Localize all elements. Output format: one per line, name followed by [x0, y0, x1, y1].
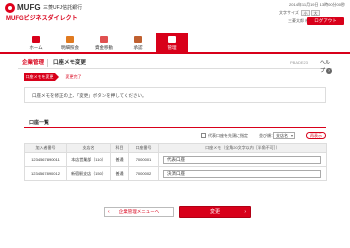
table-header-row: 加入者番号 支店名 科目 口座番号 口座メモ（全角20文字以内［半角不可］） — [24, 143, 327, 153]
col-account-no: 口座番号 — [128, 143, 159, 153]
representative-first-label: 代表口座を先頭に指定 — [208, 133, 248, 138]
step-current: 口座メモを変更 — [24, 73, 55, 81]
chevron-right-icon: › — [244, 209, 246, 215]
help-icon: ? — [326, 68, 333, 74]
representative-first-checkbox[interactable] — [201, 133, 206, 138]
page-category: 企業管理 — [22, 60, 45, 66]
font-large-button[interactable]: 大 — [311, 10, 320, 16]
col-memo: 口座メモ（全角20文字以内［半角不可］） — [158, 143, 327, 153]
memo-input[interactable]: 代表口座 — [163, 155, 321, 164]
cell-subject: 普通 — [110, 152, 129, 167]
nav-tab-label: 明細照会 — [61, 45, 79, 50]
step-next: 変更完了 — [65, 74, 82, 79]
page-title-bar: 企業管理 口座メモ変更 PBADE23 ヘルプ? — [18, 57, 333, 74]
cell-memo: 代表口座 — [158, 152, 327, 167]
title-divider — [47, 59, 48, 67]
approval-icon — [134, 36, 142, 43]
table-row: 1234567890012 新宿駅支店（150） 普通 7000002 決済口座 — [24, 166, 327, 181]
transfer-icon — [100, 36, 108, 43]
back-to-menu-button[interactable]: ‹ 企業管理メニューへ — [104, 207, 174, 217]
cell-memo: 決済口座 — [158, 166, 327, 181]
nav-tab-transfer[interactable]: 資金移動 — [88, 33, 120, 52]
login-datetime: 2014年11月19日 13時00分00秒 — [289, 2, 345, 7]
nav-tab-label: ホーム — [29, 45, 43, 50]
service-name: MUFGビジネスダイレクト — [6, 16, 78, 22]
font-size-label: 文字サイズ — [279, 10, 299, 15]
guidance-box: 口座メモを修正の上、「変更」ボタンを押してください。 — [24, 87, 326, 103]
submit-button-label: 変更 — [209, 209, 220, 215]
col-branch: 支店名 — [66, 143, 111, 153]
cell-branch: 新宿駅支店（150） — [66, 166, 111, 181]
nav-tab-approval[interactable]: 承認 — [122, 33, 154, 52]
admin-icon — [168, 36, 176, 43]
memo-input[interactable]: 決済口座 — [163, 169, 321, 178]
nav-tab-label: 管理 — [167, 45, 177, 50]
submit-change-button[interactable]: 変更 › — [179, 206, 251, 218]
redisplay-button[interactable]: 再表示 — [306, 132, 326, 139]
header: MUFG 三菱UFJ信託銀行 MUFGビジネスダイレクト 2014年11月19日… — [0, 0, 350, 26]
nav-tab-home[interactable]: ホーム — [20, 33, 52, 52]
nav-tab-statement[interactable]: 明細照会 — [54, 33, 86, 52]
back-button-label: 企業管理メニューへ — [118, 209, 160, 214]
cell-account-no: 7000001 — [128, 152, 159, 167]
global-nav: ホーム 明細照会 資金移動 承認 管理 — [0, 33, 350, 54]
nav-tab-label: 承認 — [133, 45, 143, 50]
mufg-logo-icon — [5, 3, 15, 13]
statement-icon — [66, 36, 74, 43]
cell-subscriber: 1234567890011 — [24, 152, 67, 167]
home-icon — [32, 36, 40, 43]
cell-branch: 本店営業部（110） — [66, 152, 111, 167]
account-table: 加入者番号 支店名 科目 口座番号 口座メモ（全角20文字以内［半角不可］） 1… — [24, 143, 327, 181]
guidance-text: 口座メモを修正の上、「変更」ボタンを押してください。 — [32, 93, 147, 98]
cell-subscriber: 1234567890012 — [24, 166, 67, 181]
sort-field-select[interactable]: 支店名 — [273, 132, 295, 139]
step-arrow-icon — [55, 73, 59, 81]
chevron-left-icon: ‹ — [108, 209, 110, 215]
screen-code: PBADE23 — [290, 60, 309, 65]
cell-account-no: 7000002 — [128, 166, 159, 181]
nav-tab-admin[interactable]: 管理 — [156, 33, 188, 52]
brand-name: MUFG — [17, 3, 41, 12]
section-title: 口座一覧 — [24, 118, 326, 128]
section-title-label: 口座一覧 — [29, 120, 50, 126]
cell-subject: 普通 — [110, 166, 129, 181]
logout-button[interactable]: ログアウト — [307, 17, 344, 25]
col-subscriber: 加入者番号 — [24, 143, 67, 153]
table-row: 1234567890011 本店営業部（110） 普通 7000001 代表口座 — [24, 152, 327, 167]
user-name: 三菱太郎 様 — [288, 18, 310, 23]
help-link[interactable]: ヘルプ? — [320, 59, 333, 75]
col-subject: 科目 — [110, 143, 129, 153]
bank-name: 三菱UFJ信託銀行 — [43, 5, 83, 11]
nav-tab-label: 資金移動 — [95, 45, 113, 50]
font-small-button[interactable]: 小 — [301, 10, 310, 16]
page-title: 口座メモ変更 — [53, 60, 87, 66]
